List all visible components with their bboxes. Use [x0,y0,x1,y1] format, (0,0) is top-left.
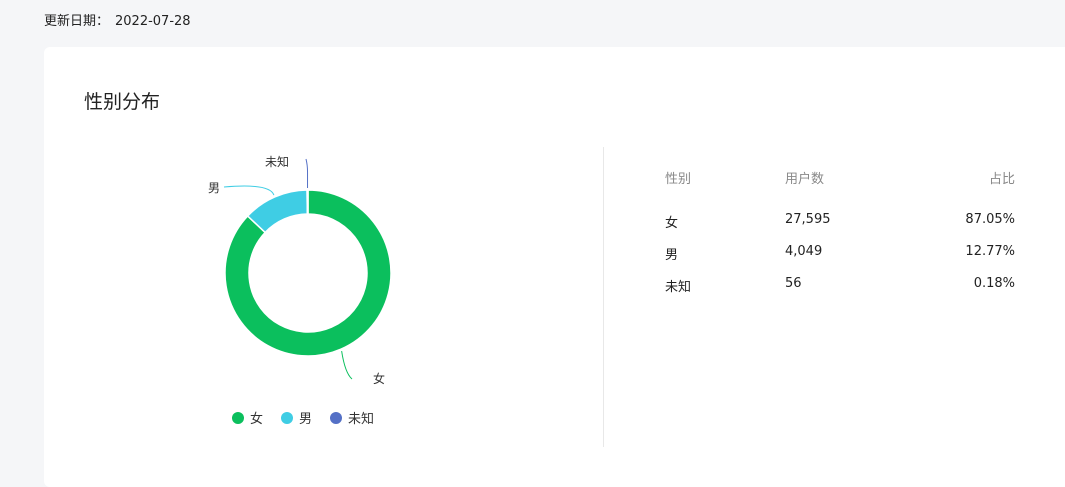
legend-item-female[interactable]: 女 [232,408,263,427]
update-date-value: 2022-07-28 [115,14,191,29]
cell-gender: 未知 [665,280,692,295]
chart-legend: 女 男 未知 [232,408,392,427]
gender-distribution-card: 性别分布 女男未知 女 男 未知 性别 用户数 占比 女 27,595 87.0… [44,47,1065,487]
cell-share: 87.05% [965,212,1015,227]
legend-label-unknown: 未知 [348,412,375,427]
legend-label-female: 女 [250,412,264,427]
donut-slice-unknown[interactable] [306,189,309,215]
header-users: 用户数 [785,172,825,187]
cell-share: 0.18% [973,276,1015,291]
table-row: 男 4,049 12.77% [665,244,1015,276]
slice-label-unknown: 未知 [265,155,289,169]
gender-donut-chart: 女 男 未知 [208,155,392,386]
cell-gender: 男 [665,248,679,263]
table-header: 性别 用户数 占比 [665,168,1015,188]
header-share: 占比 [988,172,1015,187]
leader-line-unknown [305,158,309,189]
update-date-label: 更新日期： [44,14,110,29]
gender-table: 性别 用户数 占比 女 27,595 87.05% 男 4,049 12.77%… [665,168,1015,308]
section-divider [603,147,604,447]
cell-users: 27,595 [785,212,831,227]
slice-label-male: 男 [208,181,220,195]
table-row: 女 27,595 87.05% [665,212,1015,244]
legend-label-male: 男 [299,412,313,427]
legend-item-unknown[interactable]: 未知 [330,408,374,427]
cell-users: 4,049 [785,244,823,259]
leader-line-male [223,185,275,196]
legend-dot-unknown [330,411,343,424]
legend-item-male[interactable]: 男 [281,408,312,427]
legend-dot-male [281,411,294,424]
header-gender: 性别 [665,172,692,187]
cell-share: 12.77% [965,244,1015,259]
table-row: 未知 56 0.18% [665,276,1015,308]
legend-dot-female [232,411,244,424]
slice-label-female: 女 [373,371,385,386]
cell-gender: 女 [665,216,679,231]
leader-line-female [341,350,353,380]
cell-users: 56 [785,276,802,291]
update-date-line: 更新日期： 2022-07-28 [44,10,191,29]
